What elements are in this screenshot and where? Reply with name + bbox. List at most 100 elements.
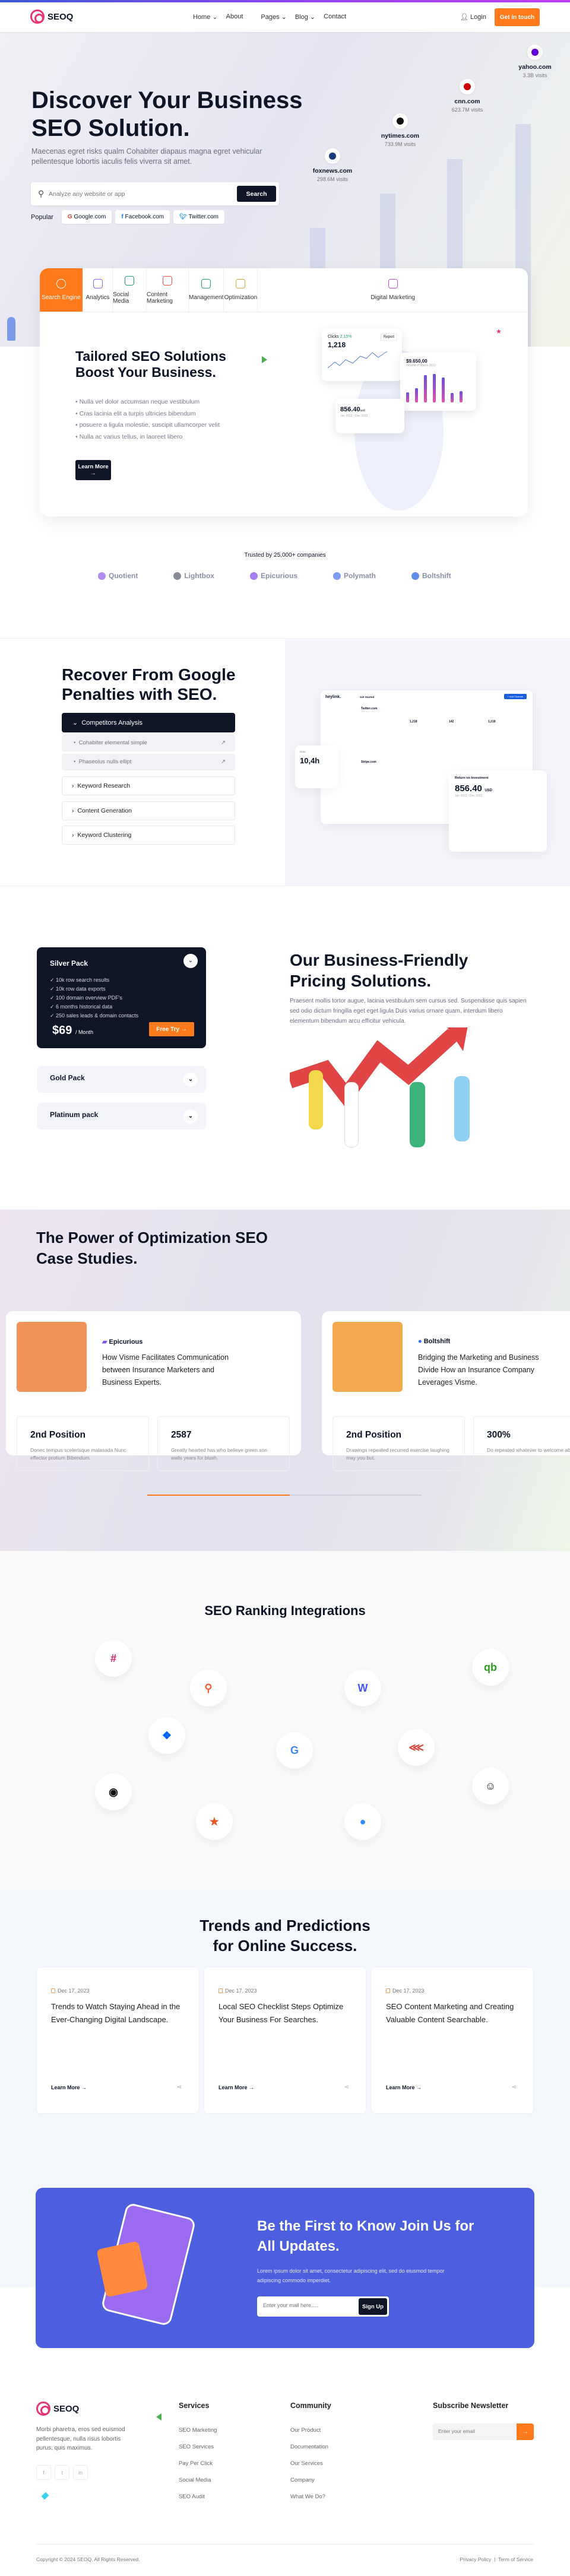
case-study-image xyxy=(17,1322,87,1392)
chevron-down-icon[interactable]: ⌄ xyxy=(183,954,198,968)
popular-chip-google[interactable]: G Google.com xyxy=(61,210,112,224)
nav-pages[interactable]: Pages ⌄ xyxy=(261,13,286,21)
company-name: Epicurious xyxy=(260,572,297,580)
yahoo-icon xyxy=(531,49,539,56)
login-link[interactable]: 👤︎ Login xyxy=(460,13,486,21)
share-icon[interactable]: ⋖ xyxy=(512,2084,517,2090)
person-illustration xyxy=(410,1082,425,1147)
nav-blog[interactable]: Blog ⌄ xyxy=(295,13,315,21)
learn-more-link[interactable]: Learn More → xyxy=(51,2085,87,2090)
footer-email-input[interactable] xyxy=(438,2428,504,2434)
subscribe-arrow-button[interactable]: → xyxy=(517,2423,534,2440)
accordion-competitors-analysis[interactable]: ⌄ Competitors Analysis xyxy=(62,713,235,732)
accordion-label: Content Generation xyxy=(77,807,132,814)
privacy-policy-link[interactable]: Privacy Policy xyxy=(460,2556,492,2562)
tab-content-marketing[interactable]: Content Marketing xyxy=(147,268,189,312)
dashboard-page-title: Get Started xyxy=(360,696,375,699)
case-brand: ● Boltshift xyxy=(418,1338,451,1345)
footer-link[interactable]: Pay Per Click xyxy=(179,2460,213,2467)
report-button[interactable]: Report xyxy=(380,334,397,341)
analyze-website-input[interactable] xyxy=(49,188,215,200)
case-stat: 300%Do repeated whatever to welcome abso… xyxy=(473,1416,570,1471)
facebook-icon[interactable]: f xyxy=(36,2465,51,2480)
penalties-title: Recover From Google Penalties with SEO. xyxy=(62,665,236,703)
footer-link[interactable]: Our Product xyxy=(290,2427,321,2434)
tab-search-engine[interactable]: Search Engine xyxy=(40,268,83,312)
footer-link[interactable]: Our Services xyxy=(290,2460,323,2467)
learn-more-link[interactable]: Learn More → xyxy=(386,2085,422,2090)
footer-link[interactable]: SEO Audit xyxy=(179,2493,205,2500)
integrations-title: SEO Ranking Integrations xyxy=(204,1603,366,1618)
footer-link[interactable]: Documentation xyxy=(290,2444,328,2450)
chevron-down-icon[interactable]: ⌄ xyxy=(183,1109,198,1124)
mailchimp-integration-icon[interactable]: ☺ xyxy=(472,1768,509,1804)
case-study-card[interactable]: ▰ Epicurious How Visme Facilitates Commu… xyxy=(6,1311,301,1471)
carousel-progress[interactable] xyxy=(147,1495,422,1496)
tab-analytics[interactable]: Analytics xyxy=(83,268,113,312)
hubspot-integration-icon[interactable]: ⚲ xyxy=(190,1670,227,1706)
free-try-button[interactable]: Free Try → xyxy=(149,1022,194,1036)
accordion-keyword-clustering[interactable]: › Keyword Clustering xyxy=(62,826,235,845)
share-icon[interactable]: ⋖ xyxy=(177,2084,182,2090)
accordion-keyword-research[interactable]: › Keyword Research xyxy=(62,776,235,795)
learn-more-link[interactable]: Learn More → xyxy=(218,2085,254,2090)
newsletter-email-input[interactable] xyxy=(263,2302,328,2308)
nav-contact[interactable]: Contact xyxy=(324,13,346,21)
blog-card[interactable]: Dec 17, 2023 Trends to Watch Staying Ahe… xyxy=(37,1968,198,2113)
add-channel-button[interactable]: + Add Channel xyxy=(504,694,527,699)
accordion-subitem[interactable]: • Cohabiter elemental simple ↗ xyxy=(62,735,235,751)
footer-link[interactable]: SEO Services xyxy=(179,2444,214,2450)
blog-card[interactable]: Dec 17, 2023 SEO Content Marketing and C… xyxy=(372,1968,533,2113)
auth0-integration-icon[interactable]: ★ xyxy=(196,1803,233,1840)
search-button[interactable]: Search xyxy=(237,186,276,202)
github-integration-icon[interactable]: ◉ xyxy=(95,1774,132,1810)
tab-management[interactable]: Management xyxy=(189,268,224,312)
company-name: Quotient xyxy=(109,572,138,580)
integrations-section: SEO Ranking Integrations # ⚲ Wqb ❖ G ⋘ ◉ ★ ● ☺ xyxy=(0,1551,570,1889)
target-logo-icon xyxy=(36,2401,50,2416)
share-icon[interactable]: ⋖ xyxy=(344,2084,349,2090)
tab-label: Management xyxy=(189,294,224,301)
footer-subscribe-form: → xyxy=(433,2423,534,2440)
case-study-card[interactable]: ● Boltshift Bridging the Marketing and B… xyxy=(322,1311,570,1471)
blog-card[interactable]: Dec 17, 2023 Local SEO Checklist Steps O… xyxy=(204,1968,366,2113)
footer-link[interactable]: What We Do? xyxy=(290,2493,325,2500)
search-icon: ⚲ xyxy=(38,189,45,198)
twitter-icon[interactable]: t xyxy=(55,2465,69,2480)
accordion-subitem[interactable]: • Phaseolus nulls ellipt ↗ xyxy=(62,754,235,770)
brand-logo[interactable]: SEOQ xyxy=(30,9,73,24)
popular-chip-twitter[interactable]: 🐦︎ Twitter.com xyxy=(173,210,225,224)
income-bar xyxy=(460,391,463,402)
linkedin-icon[interactable]: in xyxy=(73,2465,88,2480)
slack-integration-icon[interactable]: # xyxy=(95,1640,132,1677)
accordion-content-generation[interactable]: › Content Generation xyxy=(62,801,235,820)
bullet-item: posuere a ligula molestie, suscipit ulla… xyxy=(75,420,220,432)
learn-more-button[interactable]: Learn More → xyxy=(75,460,111,480)
google-integration-icon[interactable]: G xyxy=(276,1732,313,1769)
zapier-like-integration-icon[interactable]: ⋘ xyxy=(398,1729,435,1766)
dropbox-integration-icon[interactable]: ❖ xyxy=(148,1717,185,1754)
pricing-pack-silver: Silver Pack ⌄ ✓ 10k row search results ✓… xyxy=(37,947,206,1048)
footer-link[interactable]: Company xyxy=(290,2477,315,2483)
nav-home[interactable]: Home ⌄ xyxy=(193,13,218,21)
nav-about[interactable]: About xyxy=(226,13,243,21)
footer-logo[interactable]: SEOQ xyxy=(36,2401,79,2416)
quickbooks-integration-icon[interactable]: qb xyxy=(472,1649,509,1686)
popular-chip-facebook[interactable]: f Facebook.com xyxy=(115,210,170,224)
footer-link[interactable]: Social Media xyxy=(179,2477,211,2483)
footer-link[interactable]: SEO Marketing xyxy=(179,2427,217,2434)
twitter-conversion: 1,218 xyxy=(488,720,496,724)
tab-optimization[interactable]: Optimization xyxy=(224,268,258,312)
sign-up-button[interactable]: Sign Up xyxy=(359,2298,387,2315)
pricing-pack-gold[interactable]: Gold Pack ⌄ xyxy=(37,1066,206,1093)
terms-link[interactable]: Term of Service xyxy=(498,2556,533,2562)
pricing-pack-platinum[interactable]: Platinum pack ⌄ xyxy=(37,1103,206,1130)
get-in-touch-button[interactable]: Get in touch xyxy=(495,8,540,26)
tab-digital-marketing[interactable]: Digital Marketing xyxy=(258,268,528,312)
zoom-integration-icon[interactable]: ● xyxy=(344,1803,381,1840)
chevron-down-icon[interactable]: ⌄ xyxy=(183,1073,198,1087)
tab-social-media[interactable]: Social Media xyxy=(113,268,147,312)
webflow-integration-icon[interactable]: W xyxy=(344,1670,381,1706)
chip-label: Twitter.com xyxy=(188,214,219,220)
tab-label: Content Marketing xyxy=(147,291,173,304)
